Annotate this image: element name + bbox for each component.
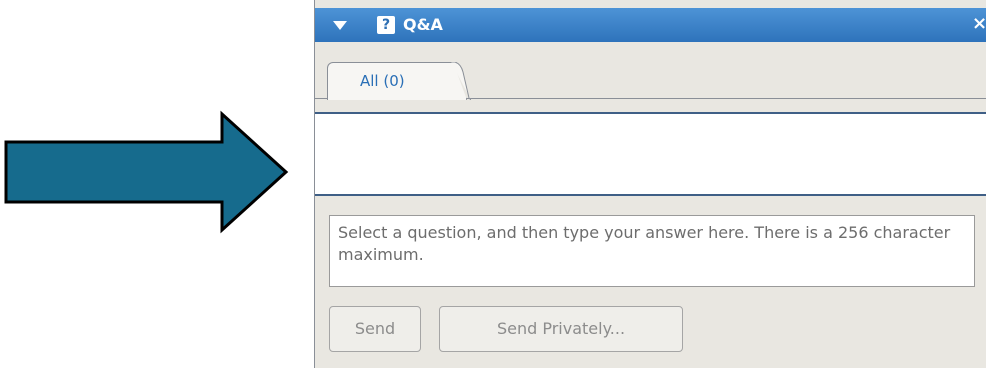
- send-privately-button[interactable]: Send Privately...: [439, 306, 683, 352]
- chevron-down-icon[interactable]: [333, 21, 347, 30]
- help-icon: ?: [377, 16, 395, 34]
- tab-all-edge: [451, 62, 471, 100]
- tab-all-label: All (0): [360, 72, 405, 90]
- panel-title: Q&A: [403, 15, 443, 34]
- answer-input[interactable]: [329, 215, 975, 287]
- qa-titlebar: ? Q&A ×: [315, 8, 986, 42]
- question-list[interactable]: [315, 112, 986, 196]
- arrow-right-icon: [4, 110, 289, 234]
- screenshot-stage: ? Q&A × All (0) Send Send Privately...: [0, 0, 986, 368]
- close-icon[interactable]: ×: [972, 13, 986, 35]
- send-button[interactable]: Send: [329, 306, 421, 352]
- qa-panel: ? Q&A × All (0) Send Send Privately...: [314, 0, 986, 368]
